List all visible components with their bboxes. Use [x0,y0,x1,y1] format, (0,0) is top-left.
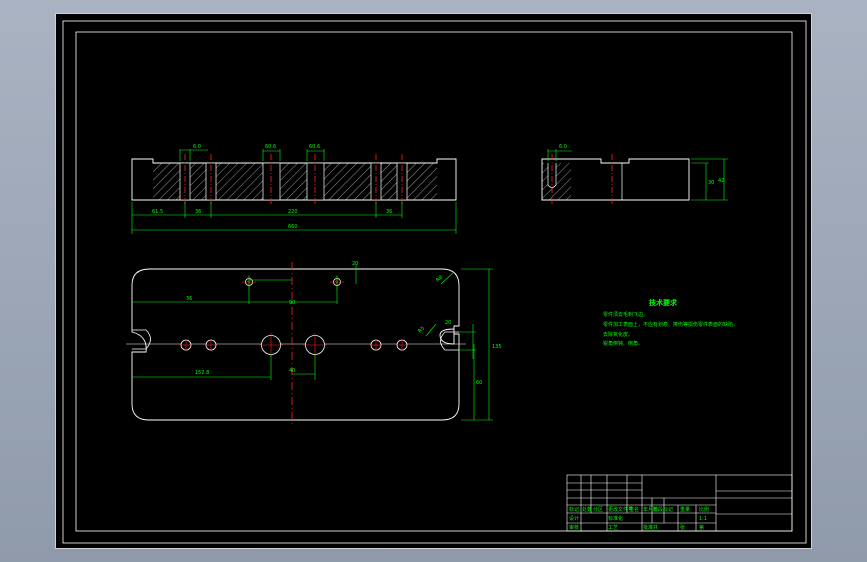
tb-zhang: 张 [680,524,685,531]
plan-dim-top-offset: 20 [352,261,358,267]
technical-requirements: 技术要求 零件须去毛刺飞边。 零件加工表面上，不应有划痕、擦伤等损伤零件表面的缺… [603,298,738,347]
front-dim-pitch-2: 36 [386,209,392,215]
tb-pizhun: 批准 [643,524,653,531]
tech-req-item-2: 零件加工表面上，不应有划痕、擦伤等损伤零件表面的缺陷。 [603,321,738,328]
plan-view: 20 90 36 R8 R5 152.8 40 20 60 135 [126,261,502,426]
tb-chushu: 处数 [582,506,592,513]
tech-req-title: 技术要求 [649,298,678,307]
cad-drawing-canvas[interactable]: 6.0 60.6 60.6 61.5 36 220 36 660 6.0 30 … [56,14,813,550]
inner-frame [75,31,793,532]
tb-di: 第 [699,524,704,531]
front-dim-middle: 220 [288,209,298,215]
front-dim-pitch-1: 36 [195,209,201,215]
tb-biaoji: 标记 [569,506,579,513]
tb-biaozhunhua: 标准化 [608,515,623,522]
tech-req-item-1: 零件须去毛刺飞边。 [603,311,648,318]
tech-req-item-3: 去除氧化皮。 [603,331,633,338]
side-dim-height-2: 42 [718,178,724,184]
side-hatch-left [542,163,571,200]
side-view: 6.0 30 42 [541,144,728,206]
tb-bili-val: 1:1 [699,516,707,522]
outer-frame [62,20,807,544]
front-dim-top-3: 60.6 [309,144,320,150]
front-hatch [153,163,437,200]
plan-dim-upper-left: 36 [186,296,192,302]
front-dim-top-1: 6.0 [193,144,201,150]
title-block: 标记 处数 分区 更改文件号 签名 年月日 设计 标准化 阶段标记 重量 比例 … [566,474,793,532]
tb-bili: 比例 [699,506,709,513]
tb-gong: 共 [653,524,658,531]
plan-dim-upper-spacing: 90 [289,300,295,306]
plan-dim-bottom-center: 40 [289,368,295,374]
tb-gongyi: 工艺 [608,525,618,531]
front-section-view: 6.0 60.6 60.6 61.5 36 220 36 660 [131,144,457,234]
drawing-viewport[interactable]: 6.0 60.6 60.6 61.5 36 220 36 660 6.0 30 … [55,13,812,549]
front-dim-top-2: 60.6 [265,144,276,150]
side-dim-height-1: 30 [708,180,714,186]
plan-dim-slot-r: R5 [417,325,426,334]
tb-jieduan: 阶段标记 [653,506,673,513]
front-bore-4 [306,162,325,201]
side-dim-top: 6.0 [559,144,567,150]
tech-req-item-4: 锐角倒钝、倒角。 [603,340,643,347]
plan-dim-right-height-1: 60 [476,380,482,386]
plan-dim-right-small: 20 [445,320,451,326]
tb-shenhe: 审核 [569,524,579,531]
front-dim-left-offset: 61.5 [152,209,163,215]
tb-fenqu: 分区 [593,506,603,513]
tb-sheji: 设计 [569,515,579,522]
tb-qianming: 签名 [629,506,639,513]
front-bore-3 [262,162,281,201]
tb-zhongliang: 重量 [680,506,690,513]
plan-dim-right-height-2: 135 [492,344,502,350]
front-dim-overall: 660 [288,224,298,230]
plan-dim-bottom-left: 152.8 [195,370,209,376]
plan-right-slot [440,331,459,351]
